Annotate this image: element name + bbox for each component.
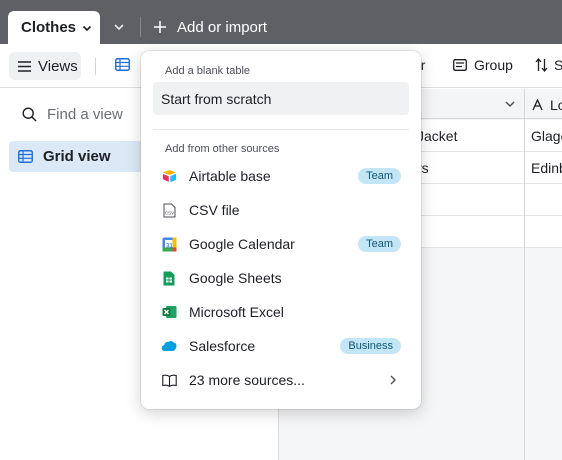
column-divider xyxy=(524,89,525,460)
find-view-input[interactable]: Find a view xyxy=(22,106,123,123)
tab-clothes-label: Clothes xyxy=(21,19,77,36)
other-sources-heading: Add from other sources xyxy=(165,143,280,155)
google-calendar-icon: 31 xyxy=(161,236,177,252)
chevron-down-icon xyxy=(82,25,92,31)
menu-item-label: CSV file xyxy=(189,202,240,218)
svg-text:CSV: CSV xyxy=(164,210,173,215)
start-from-scratch-label: Start from scratch xyxy=(161,90,272,107)
group-label: Group xyxy=(474,57,513,73)
menu-item-more-sources[interactable]: 23 more sources... xyxy=(161,369,401,391)
start-from-scratch-button[interactable]: Start from scratch xyxy=(153,82,409,115)
table-cell[interactable]: Jacket xyxy=(417,128,457,144)
salesforce-icon xyxy=(161,338,177,354)
chevron-down-icon xyxy=(114,24,124,31)
svg-text:31: 31 xyxy=(166,243,173,249)
add-or-import-button[interactable]: Add or import xyxy=(153,17,267,37)
menu-item-google-sheets[interactable]: Google Sheets xyxy=(161,267,401,289)
menu-item-label: Google Sheets xyxy=(189,270,282,286)
menu-item-airtable-base[interactable]: Airtable base Team xyxy=(161,165,401,187)
group-button[interactable]: Group xyxy=(453,57,513,73)
menu-item-label: Airtable base xyxy=(189,168,271,184)
grid-icon xyxy=(18,150,33,163)
menu-item-google-calendar[interactable]: 31 Google Calendar Team xyxy=(161,233,401,255)
excel-icon xyxy=(161,304,177,320)
column-header-location[interactable]: Lo xyxy=(532,97,562,113)
tab-clothes[interactable]: Clothes xyxy=(8,11,100,44)
menu-item-microsoft-excel[interactable]: Microsoft Excel xyxy=(161,301,401,323)
chevron-right-icon xyxy=(390,375,396,385)
table-cell[interactable]: Glago xyxy=(531,128,562,144)
grid-view-label: Grid view xyxy=(43,148,111,165)
divider xyxy=(153,129,409,130)
text-field-icon xyxy=(532,99,543,111)
divider xyxy=(140,17,141,37)
menu-item-salesforce[interactable]: Salesforce Business xyxy=(161,335,401,357)
search-icon xyxy=(22,107,37,122)
add-or-import-label: Add or import xyxy=(177,18,268,36)
divider xyxy=(95,58,96,75)
column-header-label: Lo xyxy=(550,97,562,113)
chevron-down-icon[interactable] xyxy=(504,98,516,110)
plan-badge: Team xyxy=(358,236,401,252)
menu-item-label: 23 more sources... xyxy=(189,372,305,388)
tables-menu-button[interactable] xyxy=(110,18,128,36)
sort-icon xyxy=(535,58,548,72)
menu-item-label: Salesforce xyxy=(189,338,256,354)
table-cell[interactable]: Edinb xyxy=(531,160,562,176)
find-view-placeholder: Find a view xyxy=(47,106,123,123)
airtable-icon xyxy=(161,168,177,184)
views-label: Views xyxy=(38,57,78,75)
csv-file-icon: CSV xyxy=(161,202,177,218)
add-table-menu: Add a blank table Start from scratch Add… xyxy=(141,51,421,409)
google-sheets-icon xyxy=(161,270,177,286)
group-icon xyxy=(453,59,467,71)
hamburger-icon xyxy=(18,60,31,72)
plan-badge: Team xyxy=(358,168,401,184)
grid-icon[interactable] xyxy=(115,58,130,71)
menu-item-label: Google Calendar xyxy=(189,236,295,252)
book-icon xyxy=(161,372,177,388)
blank-table-heading: Add a blank table xyxy=(165,65,251,77)
sort-button[interactable]: S xyxy=(535,57,562,73)
views-button[interactable]: Views xyxy=(9,52,81,80)
menu-item-label: Microsoft Excel xyxy=(189,304,284,320)
menu-item-csv-file[interactable]: CSV CSV file xyxy=(161,199,401,221)
sort-label: S xyxy=(554,57,562,73)
plus-icon xyxy=(154,21,166,33)
plan-badge: Business xyxy=(340,338,401,354)
top-tab-bar: Clothes Add or import xyxy=(0,0,562,44)
